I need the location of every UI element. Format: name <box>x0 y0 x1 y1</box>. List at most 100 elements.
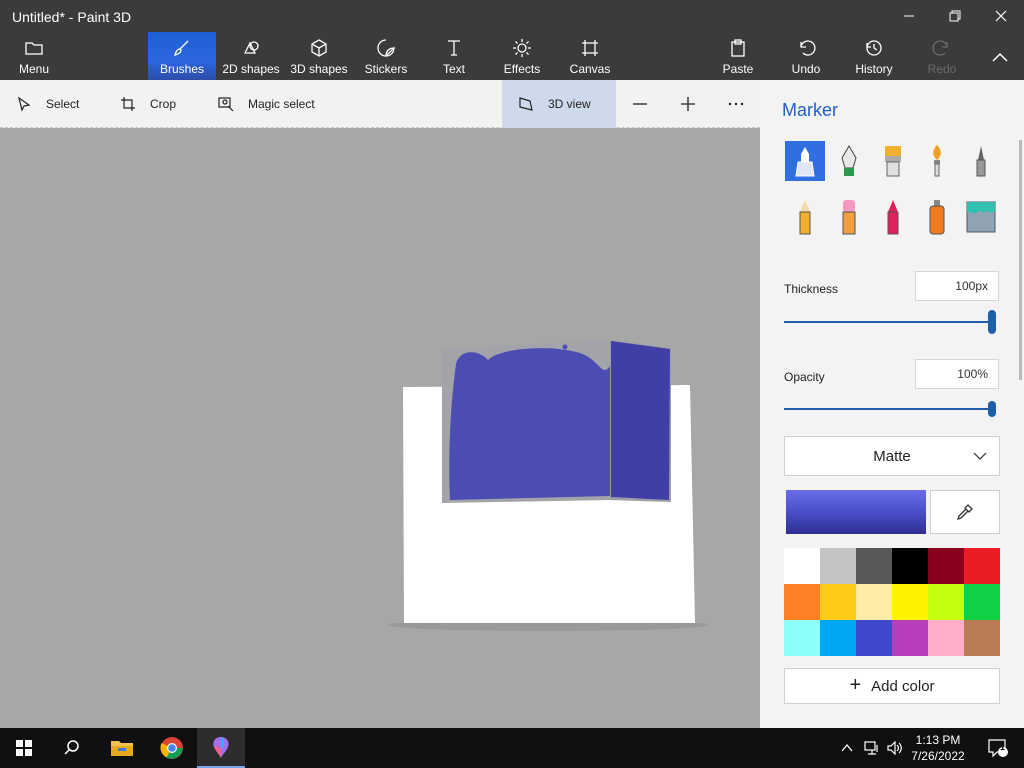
crop-icon <box>121 97 135 111</box>
marker-brush[interactable] <box>785 141 825 181</box>
redo-button[interactable]: Redo <box>920 32 964 80</box>
redo-icon <box>932 40 948 56</box>
blue-paint-front <box>449 348 610 500</box>
notification-center-button[interactable]: 1 <box>978 728 1018 768</box>
taskbar-paint-3d[interactable] <box>197 728 245 768</box>
canvas-button[interactable]: Canvas <box>564 32 616 80</box>
paste-button[interactable]: Paste <box>714 32 762 80</box>
opacity-input[interactable]: 100% <box>915 359 999 389</box>
opacity-slider-thumb[interactable] <box>988 401 996 417</box>
palette-swatch[interactable] <box>928 548 964 584</box>
palette-swatch[interactable] <box>964 584 1000 620</box>
history-button[interactable]: History <box>848 32 900 80</box>
undo-button[interactable]: Undo <box>782 32 830 80</box>
chevron-up-icon <box>992 52 1008 62</box>
palette-swatch[interactable] <box>964 620 1000 656</box>
palette-swatch[interactable] <box>964 548 1000 584</box>
calligraphy-pen-brush[interactable] <box>829 141 869 181</box>
watercolor-brush[interactable] <box>917 141 957 181</box>
menu-button[interactable]: Menu <box>6 32 62 80</box>
palette-swatch[interactable] <box>856 620 892 656</box>
chevron-down-icon <box>973 452 987 460</box>
oil-brush-icon <box>885 146 901 177</box>
2d-shapes-button[interactable]: 2D shapes <box>218 32 284 80</box>
eyedropper-button[interactable] <box>930 490 1000 534</box>
plus-icon: + <box>849 673 862 696</box>
stickers-button[interactable]: Stickers <box>358 32 414 80</box>
3d-view-toggle[interactable]: 3D view <box>502 80 616 128</box>
taskbar-file-explorer[interactable] <box>98 728 146 768</box>
close-button[interactable] <box>978 0 1024 32</box>
palette-swatch[interactable] <box>784 584 820 620</box>
canvas-workspace[interactable] <box>0 128 760 728</box>
crayon-brush[interactable] <box>873 197 913 237</box>
thickness-slider[interactable] <box>784 310 996 334</box>
palette-swatch[interactable] <box>784 548 820 584</box>
effects-label: Effects <box>503 62 541 76</box>
palette-swatch[interactable] <box>892 584 928 620</box>
eraser-brush[interactable] <box>829 197 869 237</box>
palette-swatch[interactable] <box>928 620 964 656</box>
pencil-brush[interactable] <box>785 197 825 237</box>
2d-shapes-icon <box>243 41 259 54</box>
palette-swatch[interactable] <box>784 620 820 656</box>
taskbar-chrome[interactable] <box>148 728 196 768</box>
taskbar-clock[interactable]: 1:13 PM 7/26/2022 <box>905 732 971 764</box>
minus-icon <box>633 103 647 105</box>
3d-shapes-button[interactable]: 3D shapes <box>288 32 350 80</box>
zoom-out-button[interactable] <box>632 80 662 128</box>
network-button[interactable] <box>860 728 884 768</box>
current-color-swatch[interactable] <box>786 490 926 534</box>
palette-swatch[interactable] <box>892 548 928 584</box>
thickness-slider-thumb[interactable] <box>988 310 996 334</box>
oil-brush[interactable] <box>873 141 913 181</box>
more-options-button[interactable] <box>728 80 758 128</box>
notification-count: 1 <box>1000 742 1006 752</box>
pixel-pen-brush[interactable] <box>961 141 1001 181</box>
history-label: History <box>855 62 893 76</box>
fill-bucket-brush[interactable] <box>961 197 1001 237</box>
eyedropper-icon <box>956 504 973 521</box>
pencil-icon <box>799 200 811 235</box>
sticker-icon <box>377 39 395 57</box>
palette-swatch[interactable] <box>820 584 856 620</box>
thickness-input[interactable]: 100px <box>915 271 999 301</box>
file-explorer-icon <box>111 741 133 756</box>
opacity-slider[interactable] <box>784 397 996 421</box>
search-button[interactable] <box>48 728 96 768</box>
palette-swatch[interactable] <box>928 584 964 620</box>
brushes-button[interactable]: Brushes <box>148 32 216 80</box>
panel-scrollbar[interactable] <box>1019 140 1022 380</box>
palette-swatch[interactable] <box>820 620 856 656</box>
zoom-in-button[interactable] <box>680 80 710 128</box>
finish-dropdown[interactable]: Matte <box>784 436 1000 476</box>
pixel-pen-icon <box>976 146 986 177</box>
crop-tool[interactable]: Crop <box>120 80 176 128</box>
brush-settings-panel: Marker Thickness 100px Opacity 100% Matt… <box>760 80 1024 728</box>
text-button[interactable]: Text <box>428 32 480 80</box>
2d-shapes-label: 2D shapes <box>222 62 280 76</box>
cursor-arrow-icon <box>18 96 31 112</box>
start-button[interactable] <box>0 728 48 768</box>
restore-button[interactable] <box>932 0 978 32</box>
spray-can-brush[interactable] <box>917 197 957 237</box>
canvas-drawing <box>388 340 708 631</box>
add-color-button[interactable]: + Add color <box>784 668 1000 704</box>
volume-button[interactable] <box>884 728 906 768</box>
palette-swatch[interactable] <box>820 548 856 584</box>
fill-bucket-icon <box>966 201 996 233</box>
palette-swatch[interactable] <box>892 620 928 656</box>
eraser-icon <box>842 200 856 235</box>
show-hidden-icons-button[interactable] <box>836 728 858 768</box>
3d-shapes-label: 3D shapes <box>290 62 348 76</box>
network-icon <box>864 741 878 755</box>
select-tool[interactable]: Select <box>16 80 79 128</box>
effects-button[interactable]: Effects <box>496 32 548 80</box>
spray-can-icon <box>929 200 945 235</box>
select-label: Select <box>46 97 80 111</box>
magic-select-tool[interactable]: Magic select <box>218 80 315 128</box>
minimize-button[interactable] <box>886 0 932 32</box>
collapse-ribbon-button[interactable] <box>984 32 1016 80</box>
palette-swatch[interactable] <box>856 548 892 584</box>
palette-swatch[interactable] <box>856 584 892 620</box>
